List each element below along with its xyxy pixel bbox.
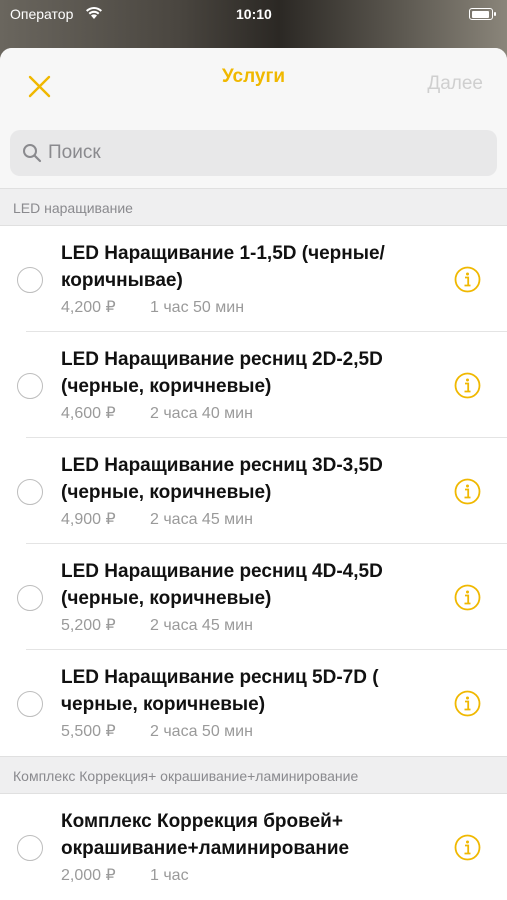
navigation-bar: Услуги Далее	[0, 48, 507, 118]
battery-icon	[469, 8, 496, 20]
radio-button[interactable]	[17, 479, 43, 505]
info-icon[interactable]	[454, 266, 481, 293]
search-input[interactable]	[48, 130, 488, 176]
service-duration: 2 часа 40 мин	[150, 405, 253, 422]
info-icon[interactable]	[454, 478, 481, 505]
radio-button[interactable]	[17, 585, 43, 611]
service-meta: 5,500 ₽ 2 часа 50 мин	[61, 721, 253, 741]
service-duration: 2 часа 45 мин	[150, 617, 253, 634]
service-meta: 5,200 ₽ 2 часа 45 мин	[61, 615, 253, 635]
service-row[interactable]: LED Наращивание ресниц 2D-2,5D (черные, …	[0, 332, 507, 438]
info-icon[interactable]	[454, 584, 481, 611]
clock: 10:10	[236, 6, 272, 22]
service-row[interactable]: LED Наращивание ресниц 4D-4,5D (черные, …	[0, 544, 507, 650]
service-title: LED Наращивание ресниц 2D-2,5D (черные, …	[61, 349, 383, 397]
section-header-led: LED наращивание	[0, 188, 507, 226]
service-duration: 1 час 50 мин	[150, 299, 245, 316]
service-price: 5,500 ₽	[61, 723, 116, 740]
search-field[interactable]	[10, 130, 497, 176]
info-icon[interactable]	[454, 690, 481, 717]
service-title: LED Наращивание ресниц 3D-3,5D (черные, …	[61, 455, 383, 503]
service-price: 4,600 ₽	[61, 405, 116, 422]
info-icon[interactable]	[454, 372, 481, 399]
service-price: 2,000 ₽	[61, 867, 116, 884]
search-icon	[23, 144, 42, 163]
service-row[interactable]: LED Наращивание 1-1,5D (черные/ коричныв…	[0, 226, 507, 332]
service-price: 4,200 ₽	[61, 299, 116, 316]
service-duration: 2 часа 50 мин	[150, 723, 253, 740]
service-duration: 1 час	[150, 867, 189, 884]
service-title: LED Наращивание ресниц 4D-4,5D (черные, …	[61, 561, 383, 609]
service-price: 4,900 ₽	[61, 511, 116, 528]
service-meta: 2,000 ₽ 1 час	[61, 865, 189, 885]
carrier-label: Оператор	[10, 6, 74, 22]
next-button[interactable]: Далее	[427, 73, 483, 95]
service-price: 5,200 ₽	[61, 617, 116, 634]
service-title: LED Наращивание ресниц 5D-7D ( черные, к…	[61, 667, 379, 715]
section-header-complex: Комплекс Коррекция+ окрашивание+ламиниро…	[0, 756, 507, 794]
service-meta: 4,200 ₽ 1 час 50 мин	[61, 297, 244, 317]
service-row[interactable]: LED Наращивание ресниц 5D-7D ( черные, к…	[0, 650, 507, 756]
radio-button[interactable]	[17, 267, 43, 293]
service-meta: 4,900 ₽ 2 часа 45 мин	[61, 509, 253, 529]
service-duration: 2 часа 45 мин	[150, 511, 253, 528]
service-title: Комплекс Коррекция бровей+ окрашивание+л…	[61, 811, 350, 859]
status-bar: Оператор 10:10	[0, 0, 507, 30]
search-bar	[0, 118, 507, 188]
radio-button[interactable]	[17, 373, 43, 399]
services-sheet: Услуги Далее LED наращивание LED Наращив…	[0, 48, 507, 900]
info-icon[interactable]	[454, 834, 481, 861]
service-row[interactable]: LED Наращивание ресниц 3D-3,5D (черные, …	[0, 438, 507, 544]
radio-button[interactable]	[17, 835, 43, 861]
wifi-icon	[86, 6, 102, 19]
service-title: LED Наращивание 1-1,5D (черные/ коричныв…	[61, 243, 385, 291]
radio-button[interactable]	[17, 691, 43, 717]
service-meta: 4,600 ₽ 2 часа 40 мин	[61, 403, 253, 423]
service-row[interactable]: Комплекс Коррекция бровей+ окрашивание+л…	[0, 794, 507, 900]
